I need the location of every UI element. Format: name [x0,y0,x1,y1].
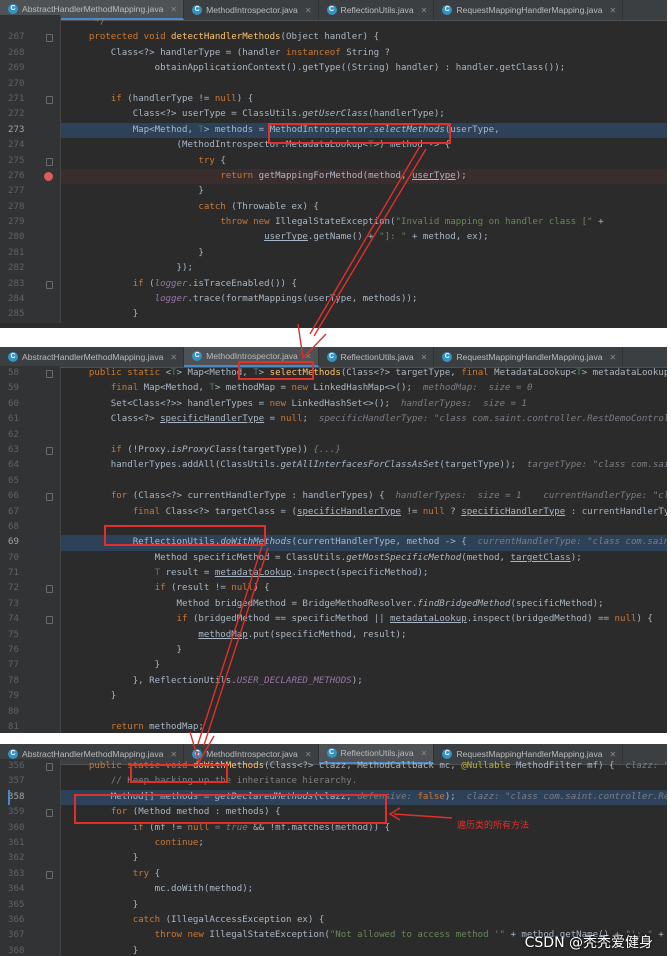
annotation-note: 遍历类的所有方法 [457,820,530,830]
fold-icon[interactable] [46,34,53,43]
class-icon: C [192,351,203,361]
close-icon[interactable]: ✕ [170,353,177,362]
class-icon: C [192,5,203,15]
code-area[interactable]: 356 public static void doWithMethods(Cla… [0,759,667,956]
highlight-box-get-declared-methods [74,794,387,824]
class-icon: C [8,352,18,362]
highlight-box-select-methods-decl [238,361,314,380]
fold-icon[interactable] [46,870,53,879]
close-icon[interactable]: ✕ [421,353,428,362]
editor-panel-3: C AbstractHandlerMethodMapping.java ✕ C Met… [0,744,667,956]
breakpoint-icon[interactable] [44,171,53,181]
close-icon[interactable]: ✕ [610,6,617,15]
close-icon[interactable]: ✕ [305,6,312,15]
fold-icon[interactable] [46,280,53,289]
caret-marker [8,789,10,805]
fold-icon[interactable] [46,585,53,594]
fold-icon[interactable] [46,95,53,104]
class-icon: C [326,5,337,15]
class-icon: C [8,4,18,14]
close-icon[interactable]: ✕ [610,750,617,759]
fold-icon[interactable] [46,493,53,502]
class-icon: C [192,749,203,759]
close-icon[interactable]: ✕ [305,750,312,759]
highlight-box-select-methods [268,123,451,144]
tab-abstract-handler-method-mapping[interactable]: C AbstractHandlerMethodMapping.java ✕ [0,347,185,367]
highlight-box-do-with-methods [104,525,266,546]
close-icon[interactable]: ✕ [170,5,177,14]
class-icon: C [442,749,453,759]
fold-icon[interactable] [46,763,53,771]
tab-reflection-utils[interactable]: C ReflectionUtils.java ✕ [319,347,435,367]
class-icon: C [442,352,453,362]
class-icon: C [326,352,337,362]
editor-panel-2: C AbstractHandlerMethodMapping.java ✕ C Met… [0,347,667,733]
class-icon: C [442,5,453,15]
class-icon: C [326,748,337,758]
tab-request-mapping-handler-mapping[interactable]: C RequestMappingHandlerMapping.java ✕ [434,347,624,367]
tab-bar: C AbstractHandlerMethodMapping.java ✕ C Met… [0,347,667,368]
fold-icon[interactable] [46,446,53,455]
editor-panel-1: C AbstractHandlerMethodMapping.java ✕ C Met… [0,0,667,328]
watermark: CSDN @秃秃爱健身 [524,935,653,951]
highlight-box-do-with-methods-decl [130,764,228,783]
fold-icon[interactable] [46,616,53,625]
fold-icon[interactable] [46,809,53,818]
fold-icon[interactable] [46,370,53,378]
close-icon[interactable]: ✕ [305,352,312,361]
close-icon[interactable]: ✕ [170,750,177,759]
fold-icon[interactable] [46,157,53,166]
close-icon[interactable]: ✕ [610,353,617,362]
close-icon[interactable]: ✕ [421,6,428,15]
code-area[interactable]: 58 public static <T> Map<Method, T> sele… [0,366,667,733]
close-icon[interactable]: ✕ [421,749,428,758]
class-icon: C [8,749,18,759]
code-area[interactable]: */ 267 protected void detectHandlerMetho… [0,15,667,323]
